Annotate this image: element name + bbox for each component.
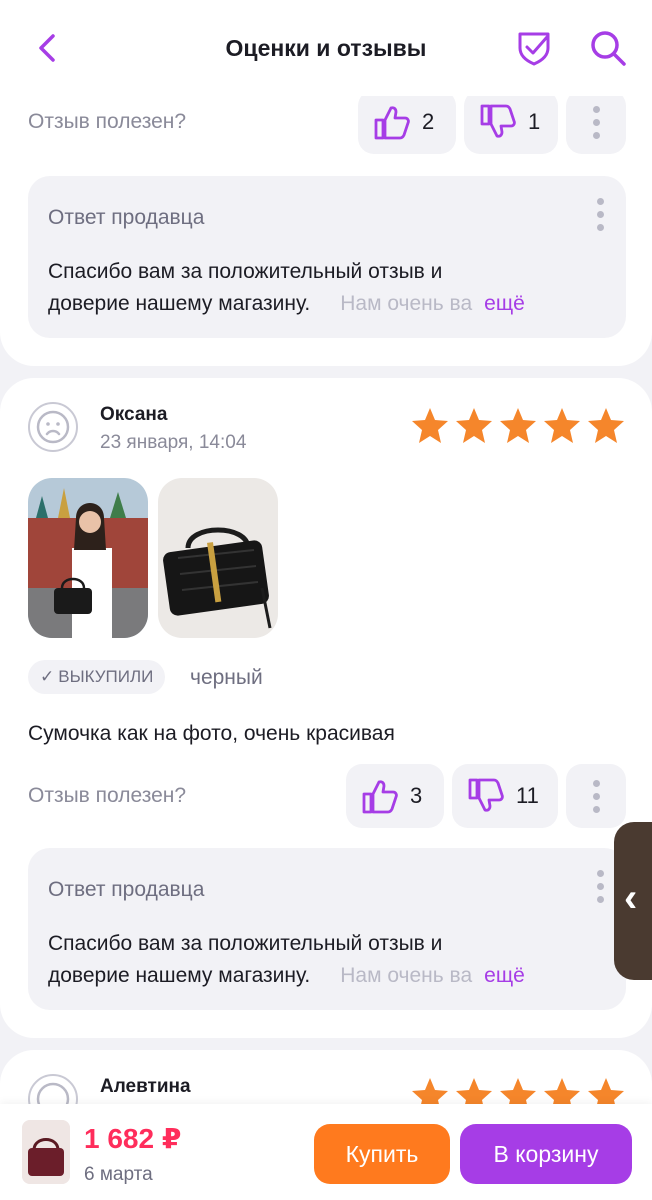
seller-answer-more-button[interactable] (597, 198, 604, 231)
product-bag-image (22, 1120, 70, 1184)
review-more-button[interactable] (566, 764, 626, 828)
star-icon (500, 408, 536, 443)
avatar (28, 402, 78, 452)
top-bar: Оценки и отзывы (0, 0, 652, 96)
helpful-row: Отзыв полезен? 2 1 (0, 90, 652, 154)
rating-stars (410, 406, 626, 446)
star-icon (412, 408, 448, 443)
seller-answer-title: Ответ продавца (48, 206, 205, 229)
thumbs-up-icon (374, 106, 410, 140)
read-more-link[interactable]: ещё (484, 288, 525, 320)
review-photo[interactable] (158, 478, 278, 638)
dislike-count: 1 (528, 109, 541, 134)
user-name: Оксана (100, 404, 168, 425)
dislike-count: 11 (516, 783, 539, 808)
like-count: 3 (410, 783, 423, 808)
bottom-bar: 1 682 ₽ 6 марта Купить В корзину (0, 1104, 652, 1200)
shield-check-icon[interactable] (514, 28, 554, 68)
product-color: черный (190, 666, 263, 689)
seller-answer-text: Спасибо вам за положительный отзыв и дов… (48, 256, 608, 320)
review-card-previous: Отзыв полезен? 2 1 Ответ продавца Спасиб… (0, 60, 652, 366)
like-count: 2 (422, 109, 435, 134)
buy-button[interactable]: Купить (314, 1124, 450, 1184)
thumbs-down-icon (480, 104, 516, 138)
seller-answer-line1: Спасибо вам за положительный отзыв и (48, 932, 443, 955)
purchased-label: ВЫКУПИЛИ (58, 667, 154, 686)
seller-answer-line2: доверие нашему магазину. (48, 292, 311, 315)
sad-face-icon (36, 410, 70, 444)
check-icon: ✓ (40, 667, 55, 686)
seller-answer-title: Ответ продавца (48, 878, 205, 901)
more-vertical-icon (592, 105, 600, 139)
back-icon[interactable] (28, 28, 68, 68)
seller-answer-more-button[interactable] (597, 870, 604, 903)
user-name: Алевтина (100, 1076, 191, 1097)
chevron-left-icon: ‹ (624, 876, 638, 920)
star-icon (456, 408, 492, 443)
review-photo[interactable] (28, 478, 148, 638)
read-more-link[interactable]: ещё (484, 960, 525, 992)
like-button[interactable]: 2 (358, 90, 456, 154)
dislike-button[interactable]: 11 (452, 764, 558, 828)
review-date: 23 января, 14:04 (100, 432, 247, 453)
photo-woman-with-bag (28, 478, 148, 638)
dislike-button[interactable]: 1 (464, 90, 558, 154)
delivery-date: 6 марта (84, 1164, 153, 1185)
purchased-badge: ✓ ВЫКУПИЛИ (28, 660, 166, 694)
seller-answer-faded: Нам очень ва (340, 964, 473, 987)
thumbs-down-icon (468, 778, 504, 812)
page-title: Оценки и отзывы (225, 34, 427, 61)
seller-answer-line1: Спасибо вам за положительный отзыв и (48, 260, 443, 283)
search-icon[interactable] (588, 28, 628, 68)
add-to-cart-button[interactable]: В корзину (460, 1124, 632, 1184)
photo-black-bag (158, 478, 278, 638)
more-vertical-icon (592, 779, 600, 813)
seller-answer: Ответ продавца Спасибо вам за положитель… (28, 848, 626, 1010)
helpful-row: Отзыв полезен? 3 11 (0, 764, 652, 828)
helpful-label: Отзыв полезен? (28, 110, 187, 133)
side-panel-handle[interactable]: ‹ (614, 822, 652, 980)
product-price: 1 682 ₽ (84, 1123, 182, 1154)
star-icon (544, 408, 580, 443)
more-vertical-icon (597, 870, 604, 903)
seller-answer-line2: доверие нашему магазину. (48, 964, 311, 987)
more-vertical-icon (597, 198, 604, 231)
star-icon (588, 408, 624, 443)
seller-answer-text: Спасибо вам за положительный отзыв и дов… (48, 928, 608, 992)
product-thumbnail[interactable] (22, 1120, 70, 1184)
review-more-button[interactable] (566, 90, 626, 154)
review-text: Сумочка как на фото, очень красивая (28, 722, 395, 745)
helpful-label: Отзыв полезен? (28, 784, 187, 807)
thumbs-up-icon (362, 780, 398, 814)
seller-answer: Ответ продавца Спасибо вам за положитель… (28, 176, 626, 338)
like-button[interactable]: 3 (346, 764, 444, 828)
seller-answer-faded: Нам очень ва (340, 292, 473, 315)
